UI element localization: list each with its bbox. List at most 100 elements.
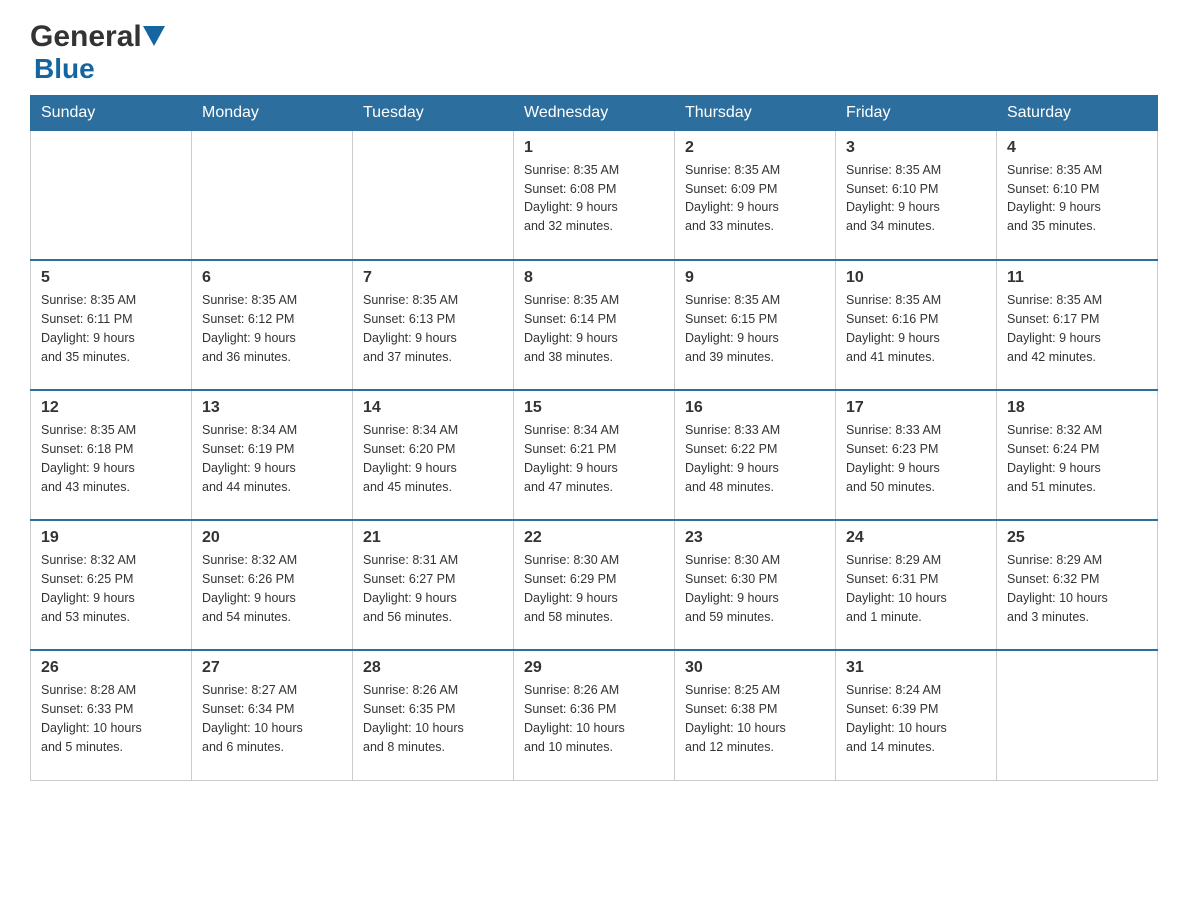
day-info: Sunrise: 8:35 AM Sunset: 6:15 PM Dayligh… — [685, 291, 825, 366]
week-row-3: 12 Sunrise: 8:35 AM Sunset: 6:18 PM Dayli… — [31, 390, 1158, 520]
calendar-cell: 31Sunrise: 8:24 AM Sunset: 6:39 PM Dayli… — [836, 650, 997, 780]
day-number: 23 — [685, 529, 825, 547]
day-info: Sunrise: 8:27 AM Sunset: 6:34 PM Dayligh… — [202, 681, 342, 756]
day-header-thursday: Thursday — [675, 95, 836, 130]
day-number: 18 — [1007, 399, 1147, 417]
day-info: Sunrise: 8:35 AM Sunset: 6:18 PM Dayligh… — [41, 421, 181, 496]
day-number: 12 — [41, 399, 181, 417]
day-number: 2 — [685, 139, 825, 157]
day-info: Sunrise: 8:25 AM Sunset: 6:38 PM Dayligh… — [685, 681, 825, 756]
day-number: 15 — [524, 399, 664, 417]
day-header-sunday: Sunday — [31, 95, 192, 130]
calendar-cell: 28Sunrise: 8:26 AM Sunset: 6:35 PM Dayli… — [353, 650, 514, 780]
calendar-cell: 7 Sunrise: 8:35 AM Sunset: 6:13 PM Daylig… — [353, 260, 514, 390]
day-number: 4 — [1007, 139, 1147, 157]
calendar-cell: 6 Sunrise: 8:35 AM Sunset: 6:12 PM Daylig… — [192, 260, 353, 390]
day-header-monday: Monday — [192, 95, 353, 130]
logo-triangle-icon — [143, 26, 165, 48]
calendar-cell: 19 Sunrise: 8:32 AM Sunset: 6:25 PM Dayli… — [31, 520, 192, 650]
calendar-cell: 3Sunrise: 8:35 AM Sunset: 6:10 PM Daylig… — [836, 130, 997, 260]
day-number: 17 — [846, 399, 986, 417]
calendar-table: SundayMondayTuesdayWednesdayThursdayFrid… — [30, 95, 1158, 781]
day-info: Sunrise: 8:30 AM Sunset: 6:30 PM Dayligh… — [685, 551, 825, 626]
day-info: Sunrise: 8:35 AM Sunset: 6:11 PM Dayligh… — [41, 291, 181, 366]
day-number: 14 — [363, 399, 503, 417]
day-number: 5 — [41, 269, 181, 287]
calendar-cell: 15 Sunrise: 8:34 AM Sunset: 6:21 PM Dayli… — [514, 390, 675, 520]
day-info: Sunrise: 8:34 AM Sunset: 6:20 PM Dayligh… — [363, 421, 503, 496]
day-info: Sunrise: 8:29 AM Sunset: 6:31 PM Dayligh… — [846, 551, 986, 626]
day-info: Sunrise: 8:35 AM Sunset: 6:10 PM Dayligh… — [1007, 161, 1147, 236]
calendar-cell — [353, 130, 514, 260]
calendar-cell — [997, 650, 1158, 780]
day-number: 22 — [524, 529, 664, 547]
day-number: 8 — [524, 269, 664, 287]
day-info: Sunrise: 8:35 AM Sunset: 6:14 PM Dayligh… — [524, 291, 664, 366]
day-info: Sunrise: 8:35 AM Sunset: 6:17 PM Dayligh… — [1007, 291, 1147, 366]
week-row-5: 26 Sunrise: 8:28 AM Sunset: 6:33 PM Dayli… — [31, 650, 1158, 780]
day-info: Sunrise: 8:31 AM Sunset: 6:27 PM Dayligh… — [363, 551, 503, 626]
day-info: Sunrise: 8:33 AM Sunset: 6:22 PM Dayligh… — [685, 421, 825, 496]
calendar-cell: 27Sunrise: 8:27 AM Sunset: 6:34 PM Dayli… — [192, 650, 353, 780]
calendar-cell: 9Sunrise: 8:35 AM Sunset: 6:15 PM Daylig… — [675, 260, 836, 390]
calendar-cell: 2 Sunrise: 8:35 AM Sunset: 6:09 PM Daylig… — [675, 130, 836, 260]
logo: General Blue — [30, 20, 166, 85]
day-info: Sunrise: 8:35 AM Sunset: 6:08 PM Dayligh… — [524, 161, 664, 236]
calendar-cell: 10 Sunrise: 8:35 AM Sunset: 6:16 PM Dayli… — [836, 260, 997, 390]
day-info: Sunrise: 8:35 AM Sunset: 6:13 PM Dayligh… — [363, 291, 503, 366]
day-info: Sunrise: 8:35 AM Sunset: 6:12 PM Dayligh… — [202, 291, 342, 366]
calendar-cell: 16Sunrise: 8:33 AM Sunset: 6:22 PM Dayli… — [675, 390, 836, 520]
day-number: 19 — [41, 529, 181, 547]
calendar-cell: 22Sunrise: 8:30 AM Sunset: 6:29 PM Dayli… — [514, 520, 675, 650]
calendar-cell: 12 Sunrise: 8:35 AM Sunset: 6:18 PM Dayli… — [31, 390, 192, 520]
day-number: 26 — [41, 659, 181, 677]
day-number: 20 — [202, 529, 342, 547]
logo-blue-text: Blue — [34, 53, 95, 84]
week-row-2: 5 Sunrise: 8:35 AM Sunset: 6:11 PM Daylig… — [31, 260, 1158, 390]
day-number: 7 — [363, 269, 503, 287]
calendar-cell: 21 Sunrise: 8:31 AM Sunset: 6:27 PM Dayli… — [353, 520, 514, 650]
day-info: Sunrise: 8:35 AM Sunset: 6:09 PM Dayligh… — [685, 161, 825, 236]
calendar-cell: 17 Sunrise: 8:33 AM Sunset: 6:23 PM Dayli… — [836, 390, 997, 520]
day-number: 21 — [363, 529, 503, 547]
calendar-cell: 23 Sunrise: 8:30 AM Sunset: 6:30 PM Dayli… — [675, 520, 836, 650]
week-row-4: 19 Sunrise: 8:32 AM Sunset: 6:25 PM Dayli… — [31, 520, 1158, 650]
calendar-cell: 13 Sunrise: 8:34 AM Sunset: 6:19 PM Dayli… — [192, 390, 353, 520]
calendar-cell: 1 Sunrise: 8:35 AM Sunset: 6:08 PM Daylig… — [514, 130, 675, 260]
day-info: Sunrise: 8:26 AM Sunset: 6:36 PM Dayligh… — [524, 681, 664, 756]
day-header-friday: Friday — [836, 95, 997, 130]
day-number: 29 — [524, 659, 664, 677]
day-number: 10 — [846, 269, 986, 287]
day-number: 30 — [685, 659, 825, 677]
day-info: Sunrise: 8:29 AM Sunset: 6:32 PM Dayligh… — [1007, 551, 1147, 626]
day-info: Sunrise: 8:32 AM Sunset: 6:26 PM Dayligh… — [202, 551, 342, 626]
calendar-cell: 29 Sunrise: 8:26 AM Sunset: 6:36 PM Dayli… — [514, 650, 675, 780]
calendar-cell: 26 Sunrise: 8:28 AM Sunset: 6:33 PM Dayli… — [31, 650, 192, 780]
calendar-cell: 8 Sunrise: 8:35 AM Sunset: 6:14 PM Daylig… — [514, 260, 675, 390]
calendar-cell: 25 Sunrise: 8:29 AM Sunset: 6:32 PM Dayli… — [997, 520, 1158, 650]
logo-general-text: General — [30, 20, 142, 54]
day-header-wednesday: Wednesday — [514, 95, 675, 130]
day-info: Sunrise: 8:32 AM Sunset: 6:25 PM Dayligh… — [41, 551, 181, 626]
day-header-tuesday: Tuesday — [353, 95, 514, 130]
calendar-cell: 20 Sunrise: 8:32 AM Sunset: 6:26 PM Dayli… — [192, 520, 353, 650]
day-header-saturday: Saturday — [997, 95, 1158, 130]
calendar-cell — [192, 130, 353, 260]
day-number: 13 — [202, 399, 342, 417]
calendar-cell: 5 Sunrise: 8:35 AM Sunset: 6:11 PM Daylig… — [31, 260, 192, 390]
day-number: 1 — [524, 139, 664, 157]
day-info: Sunrise: 8:24 AM Sunset: 6:39 PM Dayligh… — [846, 681, 986, 756]
day-number: 6 — [202, 269, 342, 287]
day-number: 25 — [1007, 529, 1147, 547]
day-info: Sunrise: 8:32 AM Sunset: 6:24 PM Dayligh… — [1007, 421, 1147, 496]
day-info: Sunrise: 8:34 AM Sunset: 6:21 PM Dayligh… — [524, 421, 664, 496]
day-number: 28 — [363, 659, 503, 677]
day-info: Sunrise: 8:33 AM Sunset: 6:23 PM Dayligh… — [846, 421, 986, 496]
day-info: Sunrise: 8:34 AM Sunset: 6:19 PM Dayligh… — [202, 421, 342, 496]
day-info: Sunrise: 8:35 AM Sunset: 6:16 PM Dayligh… — [846, 291, 986, 366]
day-info: Sunrise: 8:28 AM Sunset: 6:33 PM Dayligh… — [41, 681, 181, 756]
week-row-1: 1 Sunrise: 8:35 AM Sunset: 6:08 PM Daylig… — [31, 130, 1158, 260]
day-number: 24 — [846, 529, 986, 547]
calendar-cell: 24 Sunrise: 8:29 AM Sunset: 6:31 PM Dayli… — [836, 520, 997, 650]
calendar-cell — [31, 130, 192, 260]
